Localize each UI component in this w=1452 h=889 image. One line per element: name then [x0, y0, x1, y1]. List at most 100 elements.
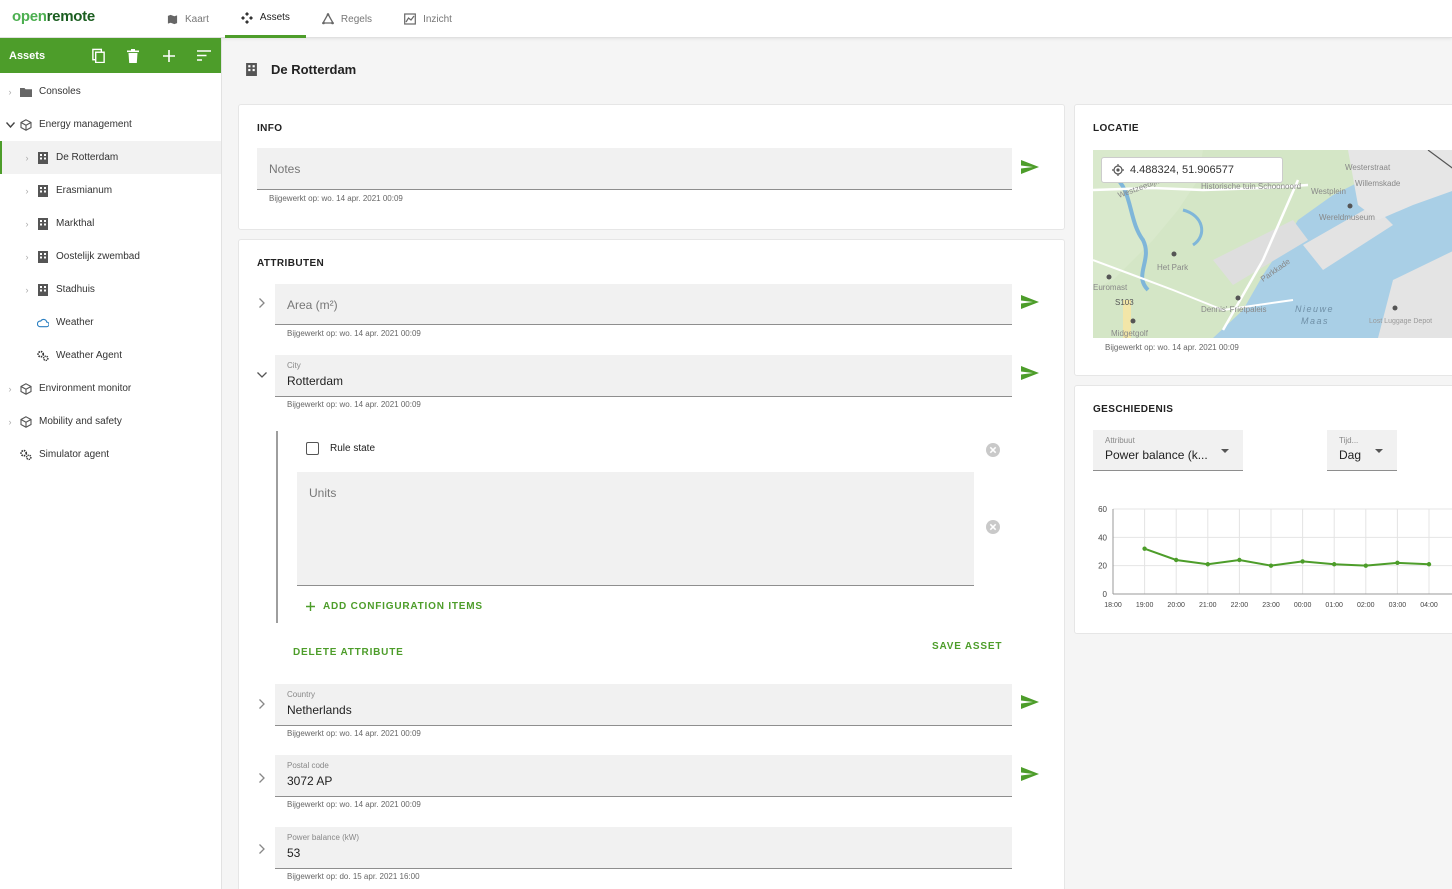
city-field[interactable]: City Rotterdam [275, 355, 1012, 397]
history-panel: GESCHIEDENIS Attribuut Power balance (k.… [1074, 385, 1452, 634]
asset-sidebar: Assets › Consoles Energy management › De… [0, 38, 222, 889]
insights-icon [404, 13, 416, 25]
units-field[interactable]: Units [297, 472, 974, 586]
chevron-right-icon [259, 699, 265, 709]
map-label-westerstraat: Westerstraat [1345, 163, 1391, 172]
country-value: Netherlands [287, 703, 352, 717]
delete-button[interactable] [116, 38, 151, 73]
config-divider [276, 431, 278, 623]
chart-data-point [1426, 562, 1432, 567]
sort-button[interactable] [186, 38, 221, 73]
tree-item-label: Oostelijk zwembad [56, 251, 140, 262]
chevron-right-icon[interactable]: › [21, 252, 33, 262]
map-label-s103: S103 [1115, 298, 1134, 307]
chevron-right-icon[interactable]: › [21, 219, 33, 229]
tree-item-label: De Rotterdam [56, 152, 119, 163]
nav-regels[interactable]: Regels [306, 0, 388, 38]
attribute-select[interactable]: Attribuut Power balance (k... [1093, 430, 1243, 471]
chevron-down-icon[interactable] [4, 121, 16, 128]
locate-icon [1112, 164, 1124, 176]
close-circle-icon [986, 520, 1000, 534]
rule-state-checkbox[interactable] [306, 442, 319, 455]
close-circle-icon [986, 443, 1000, 457]
collapse-city-button[interactable] [256, 369, 268, 381]
tree-item-weather-agent[interactable]: Weather Agent [0, 339, 221, 372]
country-label: Country [287, 690, 316, 699]
send-icon[interactable] [1021, 695, 1039, 709]
openremote-logo[interactable]: openremote [12, 8, 95, 25]
chevron-right-icon[interactable]: › [21, 153, 33, 163]
add-asset-button[interactable] [151, 38, 186, 73]
tree-item-oostelijk-zwembad[interactable]: › Oostelijk zwembad [0, 240, 221, 273]
postal-code-value: 3072 AP [287, 774, 333, 788]
tree-item-label: Simulator agent [39, 449, 110, 460]
chart-x-tick-label: 21:00 [1199, 602, 1217, 609]
area-field[interactable]: Area (m²) [275, 284, 1012, 325]
send-icon[interactable] [1021, 767, 1039, 781]
tree-item-label: Markthal [56, 218, 95, 229]
chart-data-point [1363, 563, 1368, 568]
send-icon[interactable] [1021, 366, 1039, 380]
tree-item-consoles[interactable]: › Consoles [0, 75, 221, 108]
chevron-right-icon[interactable]: › [4, 417, 16, 427]
caret-down-icon [1375, 449, 1383, 453]
city-updated: Bijgewerkt op: wo. 14 apr. 2021 00:09 [287, 400, 421, 409]
chart-x-tick-label: 23:00 [1262, 602, 1280, 609]
chevron-right-icon[interactable]: › [21, 186, 33, 196]
nav-inzicht-label: Inzicht [423, 13, 452, 25]
power-balance-field[interactable]: Power balance (kW) 53 [275, 827, 1012, 869]
save-asset-button[interactable]: SAVE ASSET [932, 641, 1002, 652]
send-icon[interactable] [1021, 160, 1039, 174]
delete-attribute-button[interactable]: DELETE ATTRIBUTE [293, 647, 404, 658]
city-value: Rotterdam [287, 374, 344, 388]
expand-country-button[interactable] [256, 698, 268, 710]
country-field[interactable]: Country Netherlands [275, 684, 1012, 726]
cube-icon [20, 415, 32, 428]
remove-units-button[interactable] [986, 520, 1000, 539]
notes-field[interactable]: Notes [257, 148, 1012, 190]
expand-postal-code-button[interactable] [256, 772, 268, 784]
chevron-right-icon[interactable]: › [4, 384, 16, 394]
add-configuration-items-button[interactable]: ADD CONFIGURATION ITEMS [306, 601, 483, 612]
tree-item-de-rotterdam[interactable]: › De Rotterdam [0, 141, 221, 174]
chevron-right-icon[interactable]: › [4, 87, 16, 97]
logo-text-open: open [12, 8, 47, 25]
postal-code-field[interactable]: Postal code 3072 AP [275, 755, 1012, 797]
tree-item-erasmianum[interactable]: › Erasmianum [0, 174, 221, 207]
attributes-panel: ATTRIBUTEN Area (m²) Bijgewerkt op: wo. … [238, 239, 1065, 889]
map-label-schoonoord: Historische tuin Schoonoord [1201, 182, 1301, 191]
nav-kaart[interactable]: Kaart [150, 0, 225, 38]
nav-assets[interactable]: Assets [224, 0, 306, 38]
tree-item-markthal[interactable]: › Markthal [0, 207, 221, 240]
attributes-title: ATTRIBUTEN [257, 258, 325, 269]
tree-item-label: Mobility and safety [39, 416, 122, 427]
location-panel: LOCATIE Historische tuin Schoonoord West [1074, 104, 1452, 376]
tree-item-mobility-and-safety[interactable]: › Mobility and safety [0, 405, 221, 438]
assets-icon [240, 11, 253, 24]
chart-x-tick-label: 01:00 [1325, 602, 1343, 609]
tree-item-simulator-agent[interactable]: Simulator agent [0, 438, 221, 471]
send-icon[interactable] [1021, 295, 1039, 309]
chevron-right-icon[interactable]: › [21, 285, 33, 295]
expand-power-balance-button[interactable] [256, 843, 268, 855]
tree-item-environment-monitor[interactable]: › Environment monitor [0, 372, 221, 405]
tree-item-energy-management[interactable]: Energy management [0, 108, 221, 141]
expand-area-button[interactable] [256, 297, 268, 309]
coordinates-box[interactable]: 4.488324, 51.906577 [1101, 157, 1283, 183]
chart-data-point [1205, 562, 1210, 567]
nav-inzicht[interactable]: Inzicht [388, 0, 468, 38]
chart-x-tick-label: 18:00 [1104, 602, 1122, 609]
tree-item-stadhuis[interactable]: › Stadhuis [0, 273, 221, 306]
nav-kaart-label: Kaart [185, 13, 209, 25]
chevron-right-icon [259, 844, 265, 854]
location-map[interactable]: Historische tuin Schoonoord Westplein We… [1093, 150, 1452, 338]
copy-button[interactable] [81, 38, 116, 73]
chart-data-point [1268, 563, 1274, 568]
tree-item-weather[interactable]: Weather [0, 306, 221, 339]
notes-updated: Bijgewerkt op: wo. 14 apr. 2021 00:09 [269, 194, 403, 203]
remove-rule-state-button[interactable] [986, 443, 1000, 462]
postal-code-updated: Bijgewerkt op: wo. 14 apr. 2021 00:09 [287, 800, 421, 809]
tree-item-label: Stadhuis [56, 284, 95, 295]
time-select[interactable]: Tijd... Dag [1327, 430, 1397, 471]
chevron-right-icon [259, 298, 265, 308]
